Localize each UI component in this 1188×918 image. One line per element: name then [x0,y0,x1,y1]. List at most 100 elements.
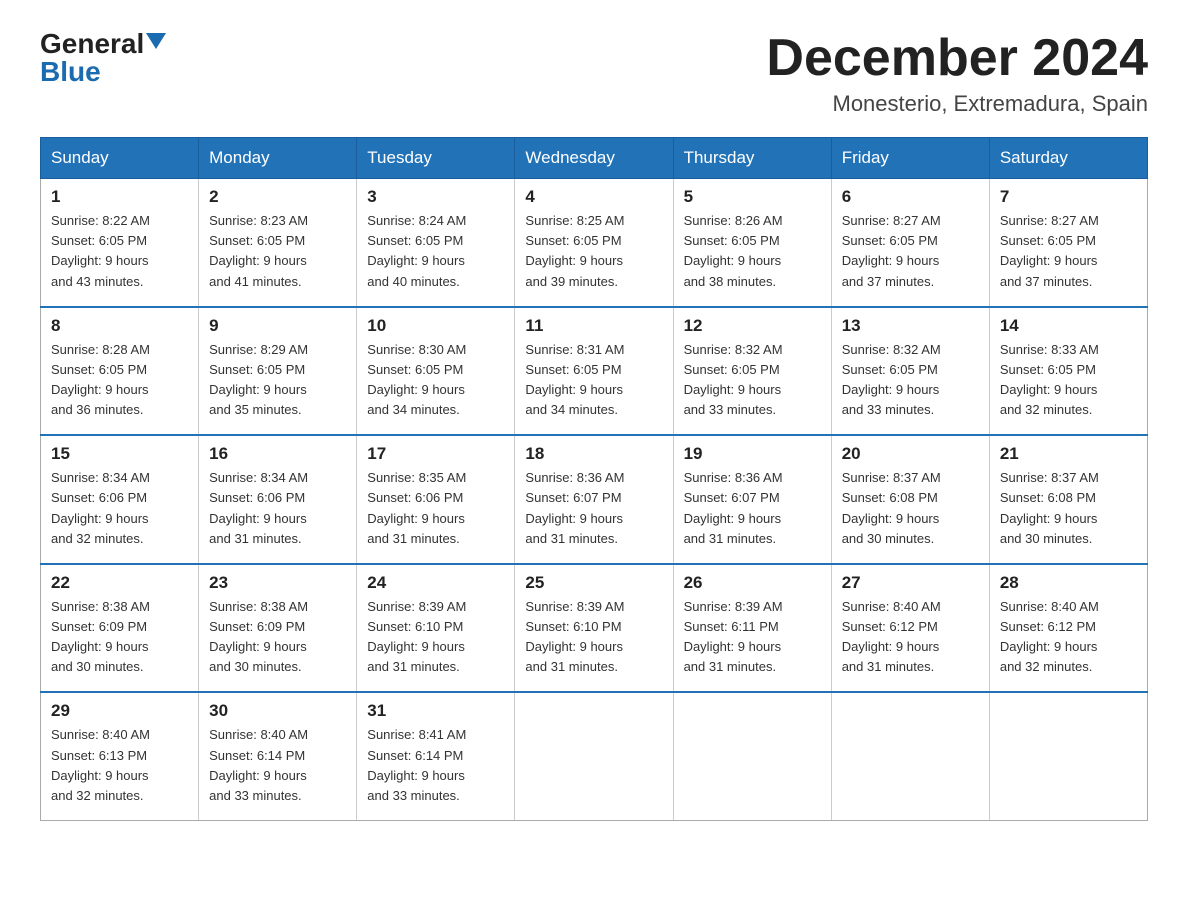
day-number: 29 [51,701,188,721]
title-block: December 2024 Monesterio, Extremadura, S… [766,30,1148,117]
day-info: Sunrise: 8:23 AMSunset: 6:05 PMDaylight:… [209,213,308,288]
day-info: Sunrise: 8:38 AMSunset: 6:09 PMDaylight:… [209,599,308,674]
day-info: Sunrise: 8:37 AMSunset: 6:08 PMDaylight:… [1000,470,1099,545]
day-number: 2 [209,187,346,207]
day-info: Sunrise: 8:40 AMSunset: 6:13 PMDaylight:… [51,727,150,802]
day-number: 11 [525,316,662,336]
day-number: 8 [51,316,188,336]
day-number: 4 [525,187,662,207]
calendar-cell: 7 Sunrise: 8:27 AMSunset: 6:05 PMDayligh… [989,179,1147,307]
day-info: Sunrise: 8:28 AMSunset: 6:05 PMDaylight:… [51,342,150,417]
calendar-cell: 23 Sunrise: 8:38 AMSunset: 6:09 PMDaylig… [199,564,357,693]
day-number: 30 [209,701,346,721]
day-info: Sunrise: 8:37 AMSunset: 6:08 PMDaylight:… [842,470,941,545]
day-info: Sunrise: 8:32 AMSunset: 6:05 PMDaylight:… [842,342,941,417]
calendar-cell: 10 Sunrise: 8:30 AMSunset: 6:05 PMDaylig… [357,307,515,436]
weekday-header-wednesday: Wednesday [515,138,673,179]
day-number: 9 [209,316,346,336]
day-number: 1 [51,187,188,207]
calendar-cell: 24 Sunrise: 8:39 AMSunset: 6:10 PMDaylig… [357,564,515,693]
day-number: 22 [51,573,188,593]
day-info: Sunrise: 8:24 AMSunset: 6:05 PMDaylight:… [367,213,466,288]
calendar-cell: 14 Sunrise: 8:33 AMSunset: 6:05 PMDaylig… [989,307,1147,436]
day-number: 28 [1000,573,1137,593]
day-number: 20 [842,444,979,464]
day-info: Sunrise: 8:40 AMSunset: 6:14 PMDaylight:… [209,727,308,802]
day-number: 5 [684,187,821,207]
day-number: 21 [1000,444,1137,464]
day-number: 19 [684,444,821,464]
calendar-cell: 30 Sunrise: 8:40 AMSunset: 6:14 PMDaylig… [199,692,357,820]
day-info: Sunrise: 8:29 AMSunset: 6:05 PMDaylight:… [209,342,308,417]
day-number: 6 [842,187,979,207]
calendar-cell: 29 Sunrise: 8:40 AMSunset: 6:13 PMDaylig… [41,692,199,820]
day-info: Sunrise: 8:39 AMSunset: 6:10 PMDaylight:… [367,599,466,674]
calendar-cell [515,692,673,820]
calendar-cell: 27 Sunrise: 8:40 AMSunset: 6:12 PMDaylig… [831,564,989,693]
calendar-cell: 1 Sunrise: 8:22 AMSunset: 6:05 PMDayligh… [41,179,199,307]
day-info: Sunrise: 8:22 AMSunset: 6:05 PMDaylight:… [51,213,150,288]
day-number: 15 [51,444,188,464]
day-info: Sunrise: 8:39 AMSunset: 6:11 PMDaylight:… [684,599,783,674]
calendar-cell: 26 Sunrise: 8:39 AMSunset: 6:11 PMDaylig… [673,564,831,693]
calendar-cell: 11 Sunrise: 8:31 AMSunset: 6:05 PMDaylig… [515,307,673,436]
calendar-cell: 13 Sunrise: 8:32 AMSunset: 6:05 PMDaylig… [831,307,989,436]
calendar-cell: 15 Sunrise: 8:34 AMSunset: 6:06 PMDaylig… [41,435,199,564]
day-number: 3 [367,187,504,207]
day-info: Sunrise: 8:34 AMSunset: 6:06 PMDaylight:… [209,470,308,545]
calendar-week-row: 15 Sunrise: 8:34 AMSunset: 6:06 PMDaylig… [41,435,1148,564]
calendar-cell: 6 Sunrise: 8:27 AMSunset: 6:05 PMDayligh… [831,179,989,307]
calendar-cell [989,692,1147,820]
day-info: Sunrise: 8:36 AMSunset: 6:07 PMDaylight:… [525,470,624,545]
calendar-week-row: 29 Sunrise: 8:40 AMSunset: 6:13 PMDaylig… [41,692,1148,820]
day-info: Sunrise: 8:26 AMSunset: 6:05 PMDaylight:… [684,213,783,288]
calendar-cell: 9 Sunrise: 8:29 AMSunset: 6:05 PMDayligh… [199,307,357,436]
day-number: 27 [842,573,979,593]
day-info: Sunrise: 8:30 AMSunset: 6:05 PMDaylight:… [367,342,466,417]
day-info: Sunrise: 8:34 AMSunset: 6:06 PMDaylight:… [51,470,150,545]
weekday-header-saturday: Saturday [989,138,1147,179]
day-number: 25 [525,573,662,593]
day-number: 17 [367,444,504,464]
calendar-cell: 16 Sunrise: 8:34 AMSunset: 6:06 PMDaylig… [199,435,357,564]
calendar-cell: 5 Sunrise: 8:26 AMSunset: 6:05 PMDayligh… [673,179,831,307]
location-title: Monesterio, Extremadura, Spain [766,91,1148,117]
day-number: 16 [209,444,346,464]
day-info: Sunrise: 8:40 AMSunset: 6:12 PMDaylight:… [1000,599,1099,674]
calendar-week-row: 8 Sunrise: 8:28 AMSunset: 6:05 PMDayligh… [41,307,1148,436]
calendar-cell: 21 Sunrise: 8:37 AMSunset: 6:08 PMDaylig… [989,435,1147,564]
month-title: December 2024 [766,30,1148,87]
day-number: 31 [367,701,504,721]
weekday-header-tuesday: Tuesday [357,138,515,179]
day-info: Sunrise: 8:25 AMSunset: 6:05 PMDaylight:… [525,213,624,288]
day-info: Sunrise: 8:27 AMSunset: 6:05 PMDaylight:… [842,213,941,288]
weekday-header-row: SundayMondayTuesdayWednesdayThursdayFrid… [41,138,1148,179]
logo-triangle-icon [146,33,166,49]
day-number: 23 [209,573,346,593]
day-number: 26 [684,573,821,593]
day-number: 18 [525,444,662,464]
logo-general-text: General [40,30,144,58]
calendar-cell: 4 Sunrise: 8:25 AMSunset: 6:05 PMDayligh… [515,179,673,307]
weekday-header-friday: Friday [831,138,989,179]
day-number: 13 [842,316,979,336]
page-header: General Blue December 2024 Monesterio, E… [40,30,1148,117]
day-info: Sunrise: 8:40 AMSunset: 6:12 PMDaylight:… [842,599,941,674]
day-info: Sunrise: 8:32 AMSunset: 6:05 PMDaylight:… [684,342,783,417]
calendar-cell: 31 Sunrise: 8:41 AMSunset: 6:14 PMDaylig… [357,692,515,820]
calendar-cell: 20 Sunrise: 8:37 AMSunset: 6:08 PMDaylig… [831,435,989,564]
day-number: 10 [367,316,504,336]
day-info: Sunrise: 8:33 AMSunset: 6:05 PMDaylight:… [1000,342,1099,417]
calendar-cell: 2 Sunrise: 8:23 AMSunset: 6:05 PMDayligh… [199,179,357,307]
day-info: Sunrise: 8:36 AMSunset: 6:07 PMDaylight:… [684,470,783,545]
weekday-header-thursday: Thursday [673,138,831,179]
calendar-cell: 8 Sunrise: 8:28 AMSunset: 6:05 PMDayligh… [41,307,199,436]
day-info: Sunrise: 8:31 AMSunset: 6:05 PMDaylight:… [525,342,624,417]
day-number: 14 [1000,316,1137,336]
logo-blue-text: Blue [40,58,101,86]
logo: General Blue [40,30,166,86]
weekday-header-sunday: Sunday [41,138,199,179]
calendar-week-row: 22 Sunrise: 8:38 AMSunset: 6:09 PMDaylig… [41,564,1148,693]
calendar-cell: 28 Sunrise: 8:40 AMSunset: 6:12 PMDaylig… [989,564,1147,693]
day-number: 24 [367,573,504,593]
